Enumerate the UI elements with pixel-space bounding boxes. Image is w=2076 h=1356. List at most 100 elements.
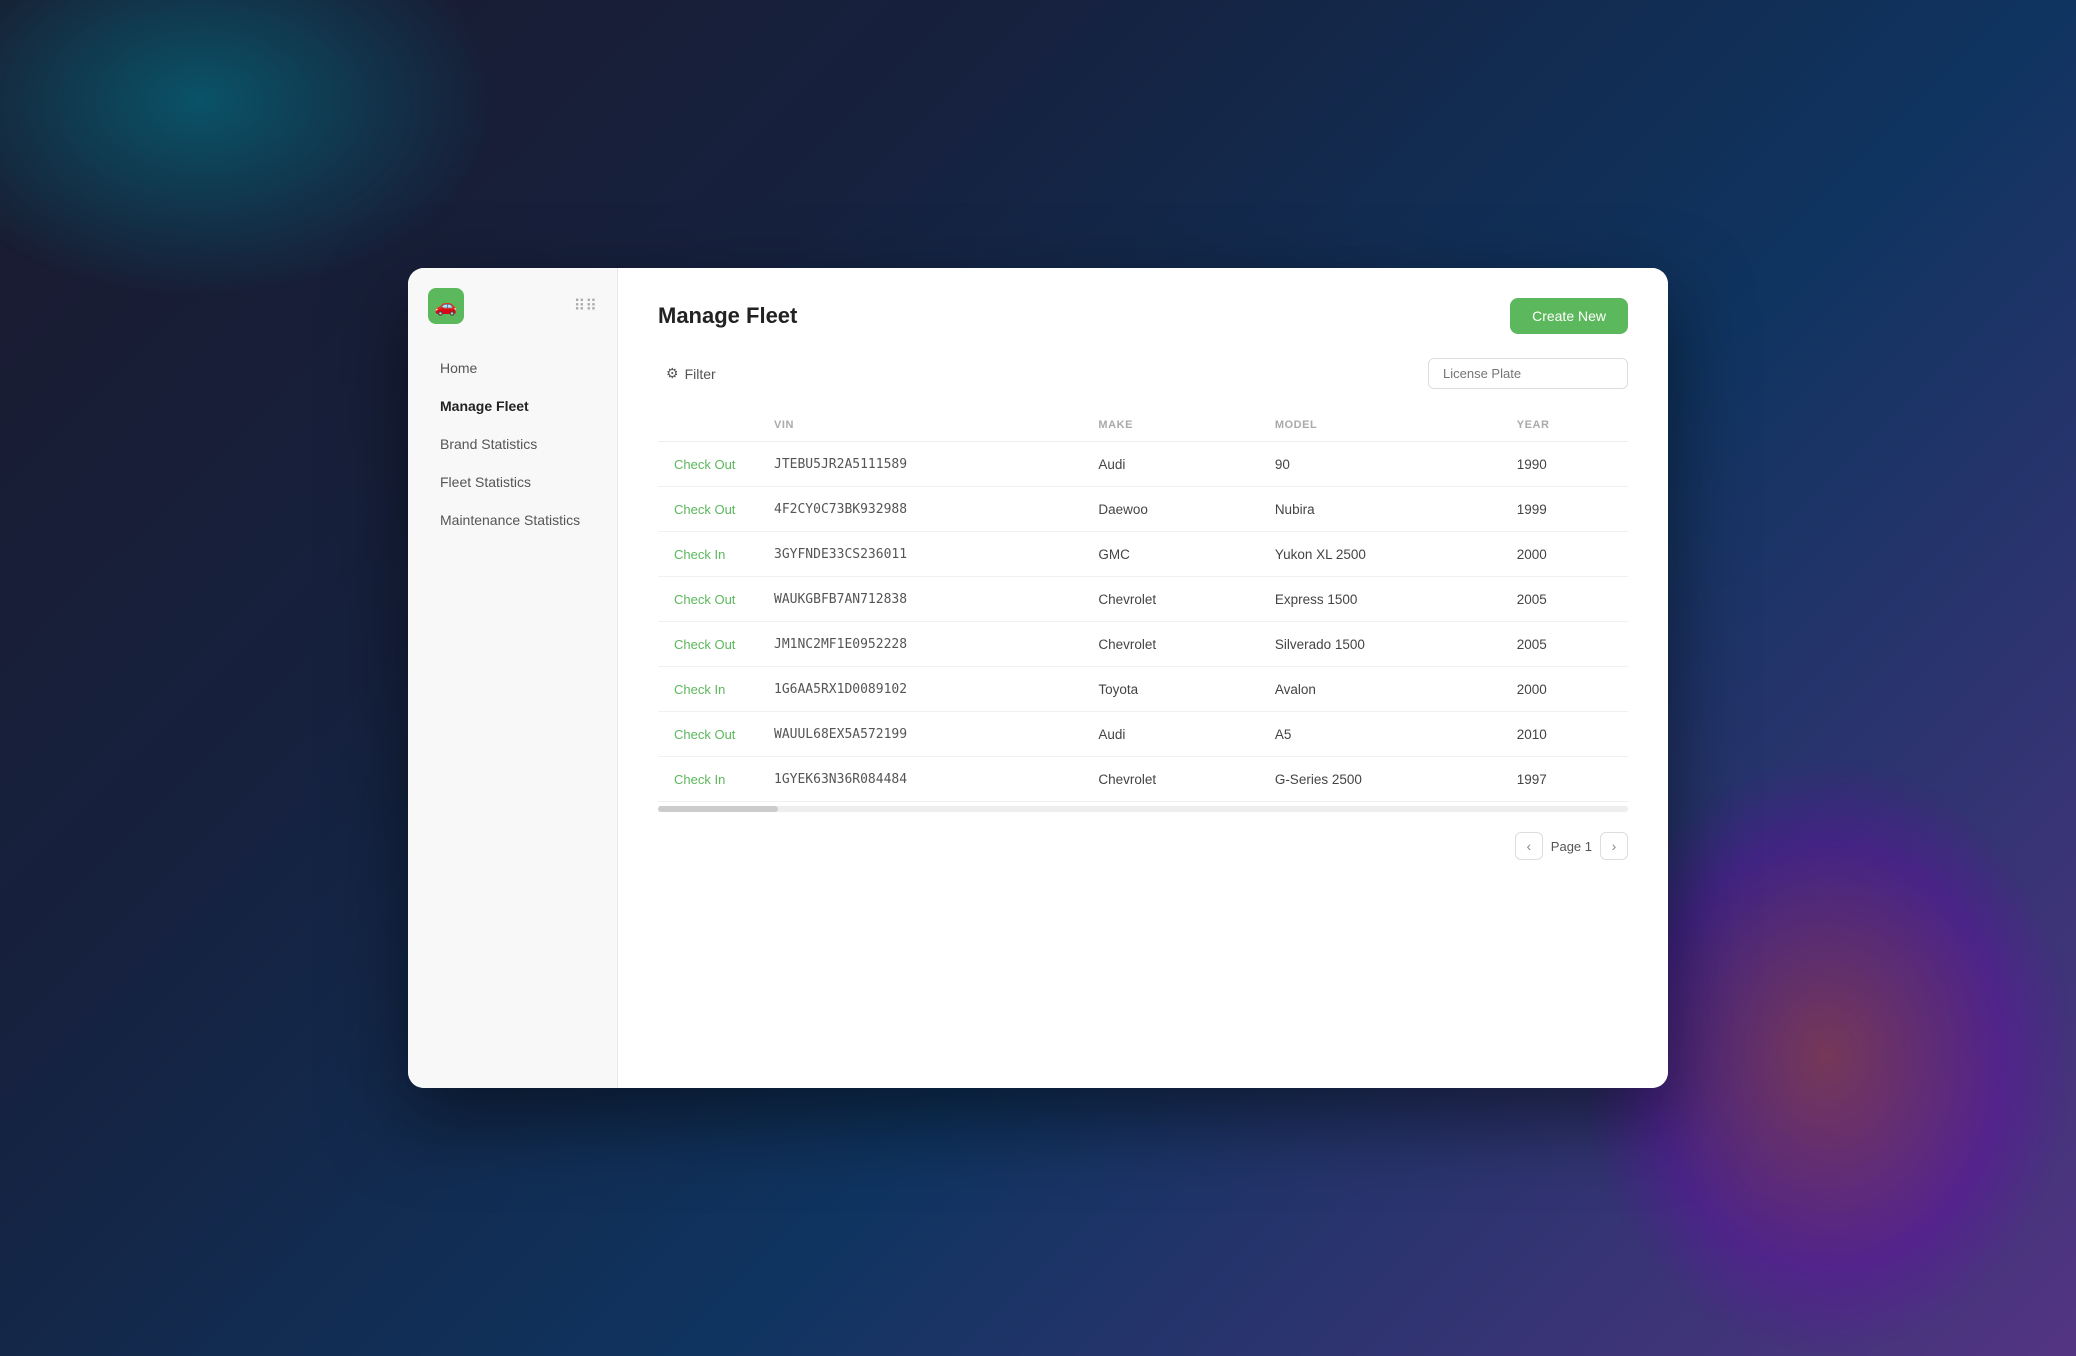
vin-cell: JTEBU5JR2A5111589	[758, 442, 1082, 487]
sidebar-item-manage-fleet[interactable]: Manage Fleet	[416, 388, 609, 424]
model-cell: 90	[1259, 442, 1501, 487]
fleet-table: VIN MAKE MODEL YEAR Check Out JTEBU5JR2A…	[658, 409, 1628, 802]
page-title: Manage Fleet	[658, 303, 797, 329]
scrollbar-track	[658, 806, 1628, 812]
make-cell: Audi	[1082, 712, 1258, 757]
make-cell: Daewoo	[1082, 487, 1258, 532]
table-row: Check Out 4F2CY0C73BK932988 Daewoo Nubir…	[658, 487, 1628, 532]
search-input[interactable]	[1428, 358, 1628, 389]
table-header-row: VIN MAKE MODEL YEAR	[658, 409, 1628, 442]
pagination: ‹ Page 1 ›	[658, 832, 1628, 860]
make-cell: Chevrolet	[1082, 757, 1258, 802]
status-cell[interactable]: Check Out	[658, 487, 758, 532]
scrollbar-thumb	[658, 806, 778, 812]
next-page-button[interactable]: ›	[1600, 832, 1628, 860]
table-row: Check Out JM1NC2MF1E0952228 Chevrolet Si…	[658, 622, 1628, 667]
status-badge[interactable]: Check In	[674, 682, 725, 697]
make-cell: Chevrolet	[1082, 622, 1258, 667]
status-cell[interactable]: Check Out	[658, 622, 758, 667]
page-label: Page 1	[1551, 839, 1592, 854]
table-row: Check Out JTEBU5JR2A5111589 Audi 90 1990	[658, 442, 1628, 487]
model-cell: Yukon XL 2500	[1259, 532, 1501, 577]
status-badge[interactable]: Check Out	[674, 592, 735, 607]
vin-value: JTEBU5JR2A5111589	[774, 457, 907, 472]
col-vin: VIN	[758, 409, 1082, 442]
make-cell: Toyota	[1082, 667, 1258, 712]
sidebar-header: 🚗 ⠿⠿	[408, 288, 617, 348]
year-cell: 1990	[1501, 442, 1628, 487]
model-cell: Avalon	[1259, 667, 1501, 712]
vin-cell: JM1NC2MF1E0952228	[758, 622, 1082, 667]
col-model: MODEL	[1259, 409, 1501, 442]
toolbar: ⚙ Filter	[658, 358, 1628, 389]
vin-cell: 4F2CY0C73BK932988	[758, 487, 1082, 532]
filter-label: Filter	[685, 366, 716, 382]
filter-button[interactable]: ⚙ Filter	[658, 361, 724, 386]
status-cell[interactable]: Check Out	[658, 577, 758, 622]
table-row: Check In 1GYEK63N36R084484 Chevrolet G-S…	[658, 757, 1628, 802]
status-badge[interactable]: Check Out	[674, 637, 735, 652]
status-cell[interactable]: Check In	[658, 532, 758, 577]
status-cell[interactable]: Check Out	[658, 442, 758, 487]
table-body: Check Out JTEBU5JR2A5111589 Audi 90 1990…	[658, 442, 1628, 802]
col-year: YEAR	[1501, 409, 1628, 442]
vin-value: JM1NC2MF1E0952228	[774, 637, 907, 652]
table-row: Check In 3GYFNDE33CS236011 GMC Yukon XL …	[658, 532, 1628, 577]
vin-value: 1G6AA5RX1D0089102	[774, 682, 907, 697]
create-new-button[interactable]: Create New	[1510, 298, 1628, 334]
model-cell: A5	[1259, 712, 1501, 757]
model-cell: Silverado 1500	[1259, 622, 1501, 667]
sidebar-item-maintenance-statistics[interactable]: Maintenance Statistics	[416, 502, 609, 538]
year-cell: 1999	[1501, 487, 1628, 532]
status-badge[interactable]: Check Out	[674, 502, 735, 517]
status-badge[interactable]: Check In	[674, 772, 725, 787]
vin-cell: 1G6AA5RX1D0089102	[758, 667, 1082, 712]
year-cell: 2005	[1501, 577, 1628, 622]
vin-value: 3GYFNDE33CS236011	[774, 547, 907, 562]
sidebar-item-fleet-statistics[interactable]: Fleet Statistics	[416, 464, 609, 500]
vin-cell: 1GYEK63N36R084484	[758, 757, 1082, 802]
model-cell: Express 1500	[1259, 577, 1501, 622]
main-content: Manage Fleet Create New ⚙ Filter VIN MAK…	[618, 268, 1668, 1088]
status-badge[interactable]: Check In	[674, 547, 725, 562]
col-make: MAKE	[1082, 409, 1258, 442]
sidebar-item-brand-statistics[interactable]: Brand Statistics	[416, 426, 609, 462]
app-window: 🚗 ⠿⠿ Home Manage Fleet Brand Statistics …	[408, 268, 1668, 1088]
vin-cell: WAUUL68EX5A572199	[758, 712, 1082, 757]
make-cell: Audi	[1082, 442, 1258, 487]
vin-value: 4F2CY0C73BK932988	[774, 502, 907, 517]
status-cell[interactable]: Check Out	[658, 712, 758, 757]
vin-value: WAUUL68EX5A572199	[774, 727, 907, 742]
logo-icon: 🚗	[435, 296, 457, 317]
status-badge[interactable]: Check Out	[674, 457, 735, 472]
year-cell: 2000	[1501, 667, 1628, 712]
prev-page-button[interactable]: ‹	[1515, 832, 1543, 860]
model-cell: G-Series 2500	[1259, 757, 1501, 802]
sidebar-item-home[interactable]: Home	[416, 350, 609, 386]
vin-cell: WAUKGBFB7AN712838	[758, 577, 1082, 622]
make-cell: GMC	[1082, 532, 1258, 577]
year-cell: 1997	[1501, 757, 1628, 802]
table-row: Check In 1G6AA5RX1D0089102 Toyota Avalon…	[658, 667, 1628, 712]
main-header: Manage Fleet Create New	[658, 298, 1628, 334]
app-logo: 🚗	[428, 288, 464, 324]
vin-value: WAUKGBFB7AN712838	[774, 592, 907, 607]
year-cell: 2000	[1501, 532, 1628, 577]
col-status	[658, 409, 758, 442]
sidebar-nav: Home Manage Fleet Brand Statistics Fleet…	[408, 350, 617, 538]
make-cell: Chevrolet	[1082, 577, 1258, 622]
filter-icon: ⚙	[666, 365, 679, 382]
year-cell: 2005	[1501, 622, 1628, 667]
status-badge[interactable]: Check Out	[674, 727, 735, 742]
vin-value: 1GYEK63N36R084484	[774, 772, 907, 787]
grid-icon[interactable]: ⠿⠿	[574, 296, 597, 316]
sidebar: 🚗 ⠿⠿ Home Manage Fleet Brand Statistics …	[408, 268, 618, 1088]
table-row: Check Out WAUUL68EX5A572199 Audi A5 2010	[658, 712, 1628, 757]
model-cell: Nubira	[1259, 487, 1501, 532]
table-row: Check Out WAUKGBFB7AN712838 Chevrolet Ex…	[658, 577, 1628, 622]
vin-cell: 3GYFNDE33CS236011	[758, 532, 1082, 577]
year-cell: 2010	[1501, 712, 1628, 757]
status-cell[interactable]: Check In	[658, 667, 758, 712]
table-header: VIN MAKE MODEL YEAR	[658, 409, 1628, 442]
status-cell[interactable]: Check In	[658, 757, 758, 802]
